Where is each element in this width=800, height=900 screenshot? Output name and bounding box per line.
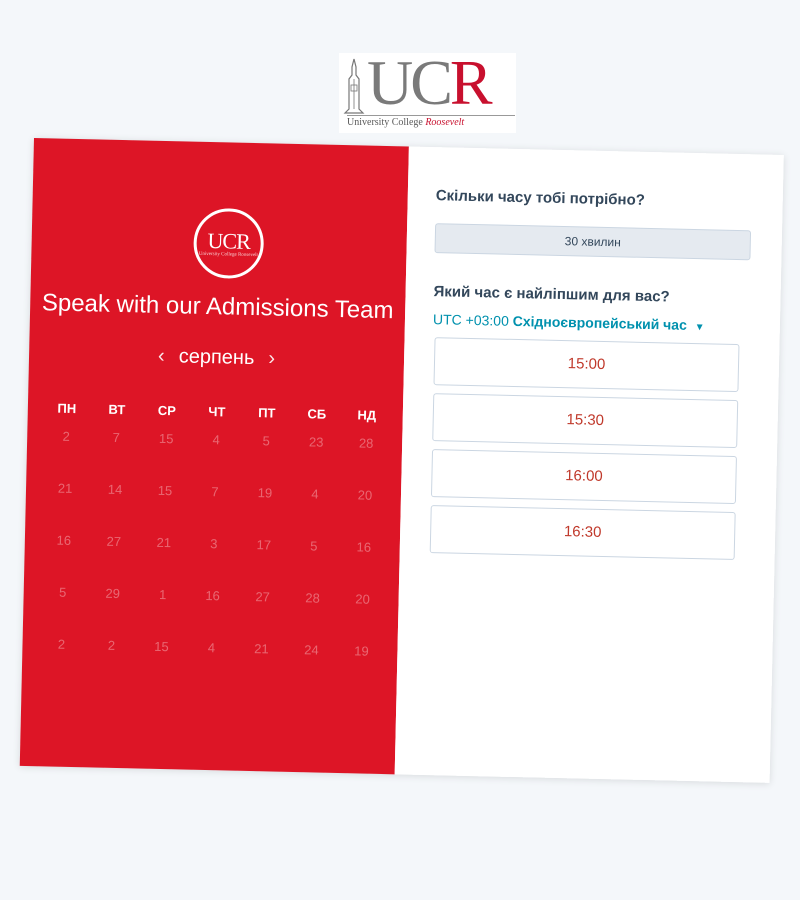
calendar-day: 16 [56,532,72,548]
time-slot-button[interactable]: 16:30 [429,505,736,561]
calendar-day: 4 [212,432,220,448]
calendar-day: 28 [305,590,321,606]
calendar-day: 4 [311,486,319,502]
calendar-day: 5 [58,584,67,600]
calendar-day: 16 [356,539,372,555]
calendar-day: 21 [156,534,172,551]
timezone-dropdown[interactable]: UTC +03:00 Східноєвропейський час ▼ [433,311,705,333]
weekday-mon: ПН [57,400,77,417]
calendar-day: 21 [254,641,269,657]
weekday-wed: СР [157,402,177,419]
calendar-day: 15 [158,430,174,447]
calendar-day: 21 [57,480,73,496]
weekday-thu: ЧТ [208,404,226,420]
calendar-day: 4 [207,640,216,656]
calendar-day: 27 [106,533,122,550]
duration-select[interactable]: 30 хвилин [434,223,752,261]
timezone-name: Східноєвропейський час [512,312,688,333]
calendar-day: 15 [157,482,173,499]
booking-panel: Скільки часу тобі потрібно? 30 хвилин Як… [394,146,784,783]
calendar-day: 1 [158,586,167,603]
time-slot-button[interactable]: 15:00 [433,337,740,393]
time-slot-button[interactable]: 16:00 [430,449,737,505]
calendar-day: 2 [62,428,71,444]
calendar-day: 20 [355,591,371,607]
time-slot-button[interactable]: 15:30 [432,393,739,449]
chevron-left-icon[interactable]: ‹ [158,345,165,368]
calendar-day: 17 [256,537,272,553]
logo-letters-uc: UC [367,47,453,118]
ucr-logo: UCR University College Roosevelt [339,47,516,133]
calendar-day: 27 [255,589,271,605]
weekday-sun: НД [357,407,377,423]
calendar-day: 2 [107,637,116,653]
logo-letter-r: R [449,47,493,118]
calendar-day: 19 [257,485,273,501]
chevron-right-icon[interactable]: › [268,347,275,370]
calendar-day: 7 [112,429,121,446]
panel-heading: Speak with our Admissions Team [41,289,394,325]
ucr-badge: UCR University College Roosevelt [192,207,265,280]
calendar-day: 7 [211,484,219,500]
logo-subtitle-main: University College [347,117,423,128]
meeting-card: UCR University College Roosevelt Speak w… [19,138,784,783]
duration-question: Скільки часу тобі потрібно? [435,187,646,209]
calendar-day: 5 [310,538,318,554]
weekday-sat: СБ [307,406,327,422]
calendar-day: 16 [205,588,221,604]
calendar-grid: ПН ВТ СР ЧТ ПТ СБ НД 2 7 15 4 5 23 28 21… [36,394,392,690]
time-question: Який час є найліпшим для вас? [433,283,670,306]
month-label: серпень [178,345,255,370]
calendar-day: 20 [357,487,373,503]
weekday-tue: ВТ [108,401,126,418]
calendar-day: 3 [210,536,218,552]
calendar-day: 2 [57,636,66,652]
logo-subtitle: University College Roosevelt [347,115,515,128]
badge-subtitle: University College Roosevelt [198,251,259,258]
calendar-day: 23 [308,434,324,450]
calendar-day: 29 [105,585,121,602]
badge-letters: UCR [207,227,251,254]
calendar-day: 24 [304,642,319,658]
month-navigator: ‹ серпень › [29,342,404,374]
calendar-day: 19 [354,643,369,659]
calendar-day: 14 [107,481,123,498]
calendar-day: 5 [262,433,270,449]
timezone-offset: UTC +03:00 [432,311,510,329]
logo-subtitle-italic: Roosevelt [425,117,465,128]
calendar-day: 28 [358,435,374,451]
caret-down-icon: ▼ [694,322,705,334]
tower-icon [343,58,365,114]
calendar-panel: UCR University College Roosevelt Speak w… [19,138,409,775]
weekday-fri: ПТ [258,405,276,421]
calendar-day: 15 [154,638,169,655]
